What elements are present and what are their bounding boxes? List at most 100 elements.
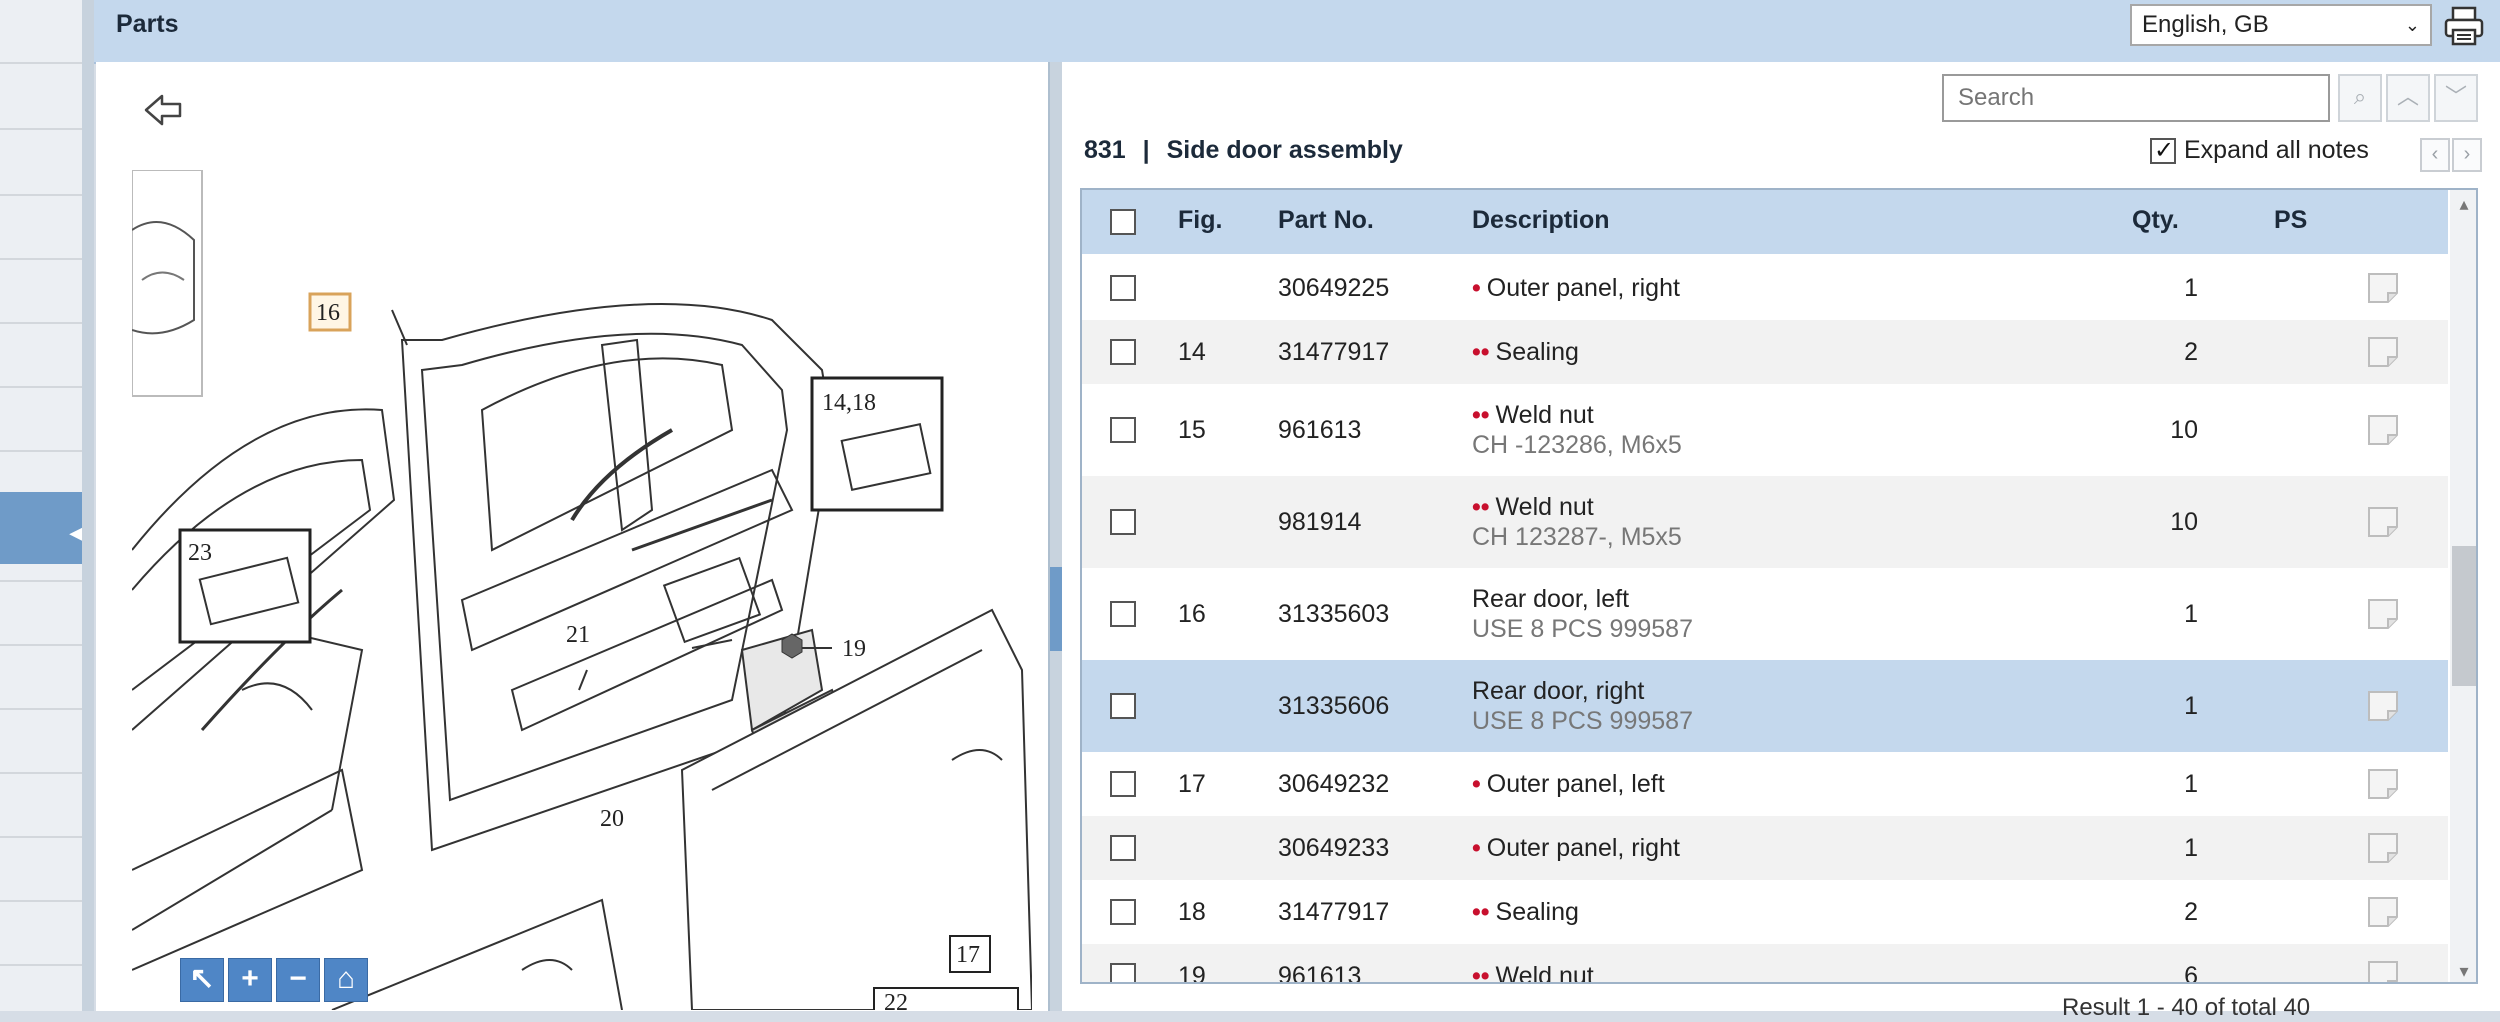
note-icon[interactable] xyxy=(2366,505,2400,539)
row-checkbox[interactable] xyxy=(1110,963,1136,982)
indent-bullet: • xyxy=(1472,770,1481,798)
row-part-no[interactable]: 31477917 xyxy=(1278,898,1389,927)
note-icon[interactable] xyxy=(2366,597,2400,631)
zoom-in-icon[interactable]: + xyxy=(228,958,272,1002)
row-description: •• Weld nut CH -123286, M6x5 xyxy=(1472,400,1682,460)
column-part-no[interactable]: Part No. xyxy=(1278,206,1374,235)
row-qty: 10 xyxy=(2170,508,2198,536)
expand-all-notes[interactable]: Expand all notes xyxy=(2150,136,2369,165)
prev-page-button[interactable]: ‹ xyxy=(2420,138,2450,172)
table-row[interactable]: 18 31477917 •• Sealing 2 xyxy=(1082,880,2448,944)
note-icon[interactable] xyxy=(2366,271,2400,305)
row-description-text: Outer panel, left xyxy=(1486,770,1665,798)
row-part-no[interactable]: 31335603 xyxy=(1278,600,1389,629)
table-row[interactable]: 15 961613 •• Weld nut CH -123286, M6x5 10 xyxy=(1082,384,2448,476)
language-select[interactable]: English, GB ⌄ xyxy=(2130,4,2432,46)
note-icon[interactable] xyxy=(2366,959,2400,984)
svg-text:20: 20 xyxy=(600,806,624,832)
table-row[interactable]: 30649225 • Outer panel, right 1 xyxy=(1082,256,2448,320)
table-row[interactable]: 19 961613 •• Weld nut 6 xyxy=(1082,944,2448,984)
pointer-icon[interactable]: ↖ xyxy=(180,958,224,1002)
row-checkbox[interactable] xyxy=(1110,899,1136,925)
scroll-up-icon[interactable]: ▴ xyxy=(2450,194,2476,215)
parts-header: Parts English, GB ⌄ xyxy=(94,0,2500,64)
row-description: Rear door, left USE 8 PCS 999587 xyxy=(1472,584,1693,644)
assembly-separator: | xyxy=(1142,136,1150,164)
note-icon[interactable] xyxy=(2366,335,2400,369)
table-row[interactable]: 14 31477917 •• Sealing 2 xyxy=(1082,320,2448,384)
select-all-checkbox[interactable] xyxy=(1110,209,1136,235)
row-description: •• Sealing xyxy=(1472,897,1579,927)
row-part-no[interactable]: 30649225 xyxy=(1278,274,1389,303)
column-description[interactable]: Description xyxy=(1472,206,1610,235)
table-row[interactable]: 16 31335603 Rear door, left USE 8 PCS 99958… xyxy=(1082,568,2448,660)
splitter-grip[interactable] xyxy=(1050,567,1062,651)
left-rail: ◀ xyxy=(0,0,92,1011)
row-part-no[interactable]: 31477917 xyxy=(1278,338,1389,367)
table-row[interactable]: 981914 •• Weld nut CH 123287-, M5x5 10 xyxy=(1082,476,2448,568)
rail-separator[interactable] xyxy=(82,0,94,1011)
row-checkbox[interactable] xyxy=(1110,417,1136,443)
expand-all-notes-checkbox[interactable] xyxy=(2150,136,2176,165)
row-checkbox[interactable] xyxy=(1110,509,1136,535)
row-checkbox[interactable] xyxy=(1110,601,1136,627)
row-description: •• Weld nut CH 123287-, M5x5 xyxy=(1472,492,1682,552)
row-checkbox[interactable] xyxy=(1110,275,1136,301)
row-qty: 1 xyxy=(2184,834,2198,862)
row-note: CH -123286, M6x5 xyxy=(1472,431,1682,459)
door-assembly-diagram[interactable]: 16 14,18 23 21 19 20 17 22 xyxy=(132,170,1032,1010)
row-qty: 1 xyxy=(2184,770,2198,798)
page-title: Parts xyxy=(116,10,179,38)
row-description-text: Weld nut xyxy=(1495,962,1594,984)
home-icon[interactable]: ⌂ xyxy=(324,958,368,1002)
table-row[interactable]: 31335606 Rear door, right USE 8 PCS 999587… xyxy=(1082,660,2448,752)
scrollbar-thumb[interactable] xyxy=(2452,546,2476,686)
note-icon[interactable] xyxy=(2366,831,2400,865)
indent-bullet: • xyxy=(1472,834,1481,862)
search-input[interactable] xyxy=(1942,74,2330,122)
table-row[interactable]: 30649233 • Outer panel, right 1 xyxy=(1082,816,2448,880)
note-icon[interactable] xyxy=(2366,767,2400,801)
row-description-text: Outer panel, right xyxy=(1486,834,1680,862)
row-part-no[interactable]: 30649233 xyxy=(1278,834,1389,863)
column-fig[interactable]: Fig. xyxy=(1178,206,1222,235)
row-checkbox[interactable] xyxy=(1110,693,1136,719)
note-icon[interactable] xyxy=(2366,895,2400,929)
row-fig: 16 xyxy=(1178,600,1206,628)
chevron-up-icon[interactable]: ︿ xyxy=(2386,74,2430,122)
row-checkbox[interactable] xyxy=(1110,339,1136,365)
row-fig: 18 xyxy=(1178,898,1206,926)
row-qty: 1 xyxy=(2184,692,2198,720)
indent-bullet: •• xyxy=(1472,338,1490,366)
row-note: USE 8 PCS 999587 xyxy=(1472,707,1693,735)
row-checkbox[interactable] xyxy=(1110,835,1136,861)
table-scrollbar[interactable]: ▴ ▾ xyxy=(2450,190,2476,982)
chevron-down-icon[interactable]: ﹀ xyxy=(2434,74,2478,122)
row-part-no[interactable]: 961613 xyxy=(1278,416,1361,445)
note-icon[interactable] xyxy=(2366,689,2400,723)
search-icon[interactable]: ⌕ xyxy=(2338,74,2382,122)
row-fig: 19 xyxy=(1178,962,1206,984)
svg-text:21: 21 xyxy=(566,622,590,648)
pane-splitter[interactable] xyxy=(1050,62,1062,1011)
row-qty: 2 xyxy=(2184,898,2198,926)
note-icon[interactable] xyxy=(2366,413,2400,447)
indent-bullet: • xyxy=(1472,274,1481,302)
row-part-no[interactable]: 981914 xyxy=(1278,508,1361,537)
row-description-text: Weld nut xyxy=(1495,493,1594,521)
back-arrow-icon[interactable] xyxy=(142,92,184,128)
column-qty[interactable]: Qty. xyxy=(2132,206,2179,235)
zoom-out-icon[interactable]: − xyxy=(276,958,320,1002)
language-value: English, GB xyxy=(2142,11,2269,38)
scroll-down-icon[interactable]: ▾ xyxy=(2450,961,2476,982)
column-ps[interactable]: PS xyxy=(2274,206,2307,235)
row-part-no[interactable]: 31335606 xyxy=(1278,692,1389,721)
svg-text:22: 22 xyxy=(884,990,908,1010)
row-checkbox[interactable] xyxy=(1110,771,1136,797)
next-page-button[interactable]: › xyxy=(2452,138,2482,172)
printer-icon[interactable] xyxy=(2442,4,2486,48)
row-part-no[interactable]: 961613 xyxy=(1278,962,1361,982)
table-row[interactable]: 17 30649232 • Outer panel, left 1 xyxy=(1082,752,2448,816)
rail-collapse-tab[interactable]: ◀ xyxy=(0,492,92,564)
row-part-no[interactable]: 30649232 xyxy=(1278,770,1389,799)
